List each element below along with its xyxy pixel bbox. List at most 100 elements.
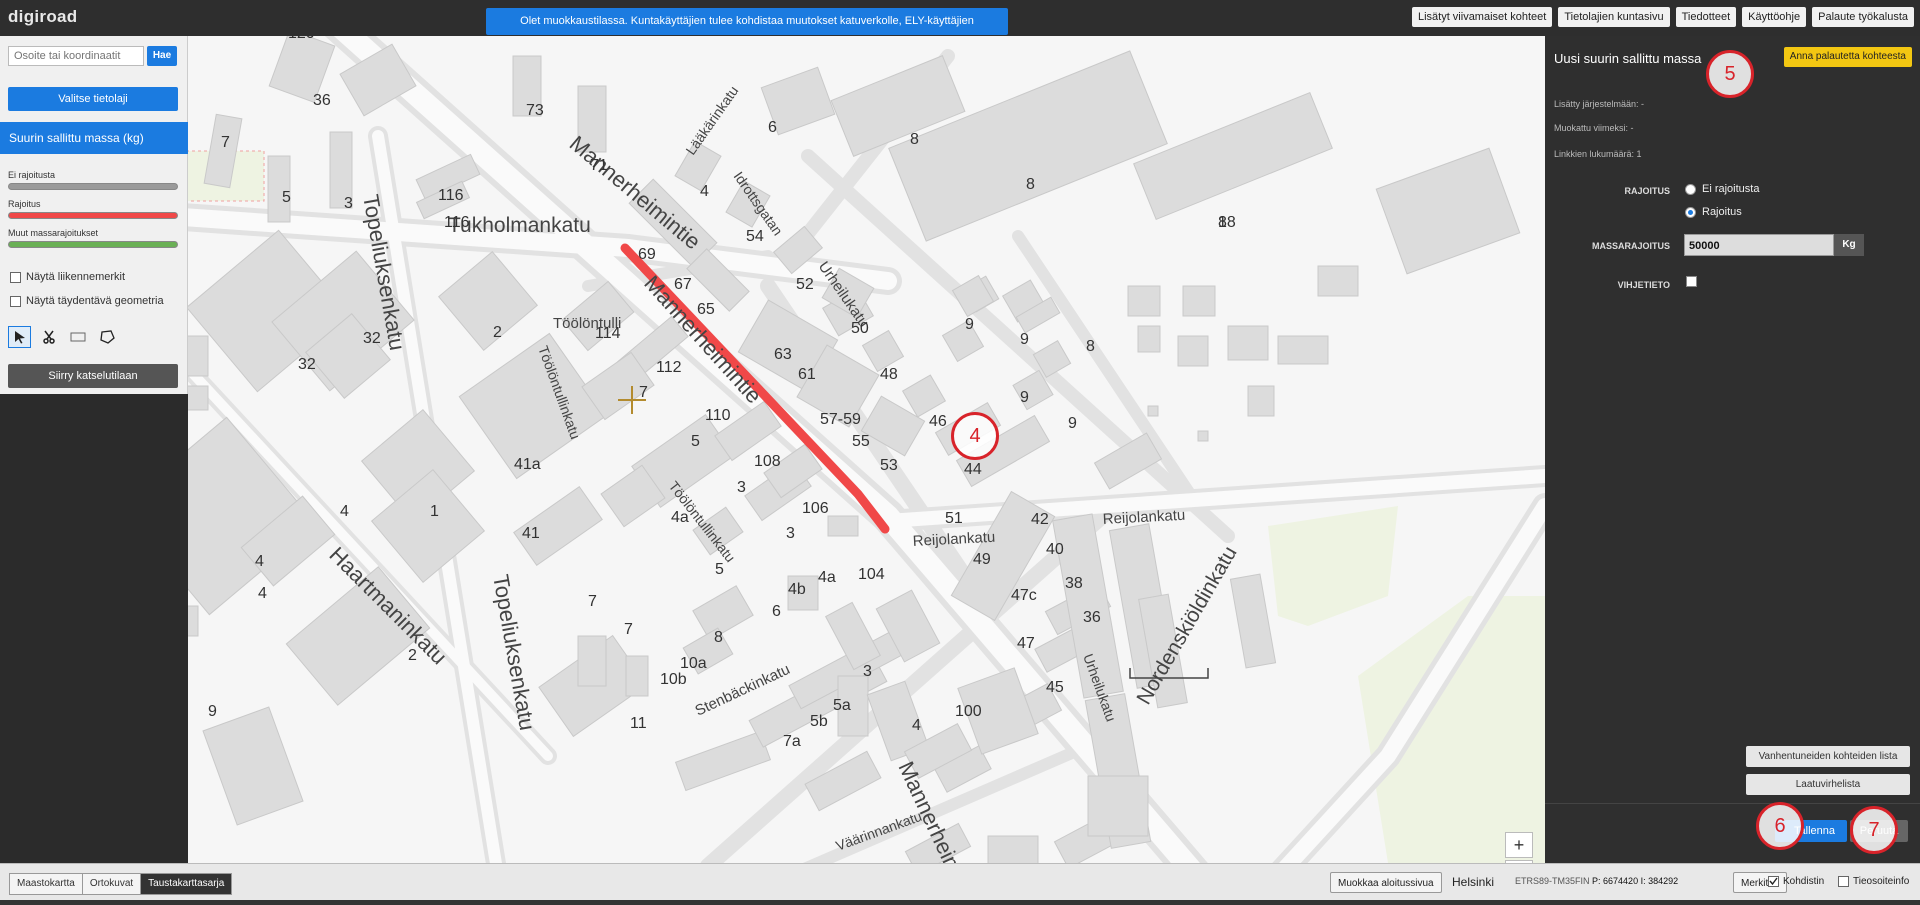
top-link-linear-assets[interactable]: Lisätyt viivamaiset kohteet: [1411, 7, 1553, 27]
edit-home-page-button[interactable]: Muokkaa aloitussivua: [1330, 872, 1442, 893]
house-number: 10b: [660, 671, 687, 688]
house-number: 8: [910, 131, 919, 148]
annotation-marker: 4: [951, 412, 999, 460]
choose-layer-button[interactable]: Valitse tietolaji: [8, 87, 178, 111]
house-number: 38: [1065, 575, 1083, 592]
house-number: 48: [880, 366, 898, 383]
house-number: 104: [858, 566, 885, 583]
view-mode-button[interactable]: Siirry katselutilaan: [8, 364, 178, 388]
radio-no-restriction[interactable]: Ei rajoitusta: [1685, 183, 1759, 195]
house-number: 100: [955, 703, 982, 720]
centering-toggle[interactable]: Kohdistin: [1768, 876, 1824, 887]
house-number: 53: [880, 457, 898, 474]
radio-restriction-label: Rajoitus: [1702, 206, 1742, 218]
cut-tool-icon[interactable]: [37, 326, 60, 348]
map-canvas[interactable]: Mannerheimintie Tukholmankatu Topeliukse…: [188, 36, 1545, 863]
centering-checkbox[interactable]: [1768, 876, 1779, 887]
house-number: 1: [430, 503, 439, 520]
radio-no-restriction-button[interactable]: [1685, 183, 1696, 195]
bottom-bar: Maastokartta Ortokuvat Taustakarttasarja…: [0, 863, 1920, 900]
house-number: 41: [522, 525, 540, 542]
house-number: 8: [1026, 176, 1035, 193]
house-number: 6: [768, 119, 777, 136]
top-link-user-guide[interactable]: Käyttöohje: [1742, 7, 1807, 27]
radio-restriction[interactable]: Rajoitus: [1685, 206, 1742, 218]
house-number: 2: [408, 647, 417, 664]
hint-checkbox[interactable]: [1686, 276, 1697, 287]
show-traffic-signs-checkbox[interactable]: [10, 271, 21, 283]
show-complementary-row[interactable]: Näytä täydentävä geometria: [10, 295, 164, 307]
polygon-tool-icon[interactable]: [95, 326, 118, 348]
house-number: 2: [493, 324, 502, 341]
annotation-marker: 5: [1706, 50, 1754, 98]
house-number: 11: [630, 715, 647, 732]
top-links: Lisätyt viivamaiset kohteet Tietolajien …: [1411, 7, 1914, 27]
edit-tools: [8, 326, 118, 348]
house-number: 42: [1031, 511, 1049, 528]
house-number: 63: [774, 346, 792, 363]
select-tool-icon[interactable]: [8, 326, 31, 348]
annotation-marker: 6: [1756, 802, 1804, 850]
legend-bar-other: [8, 241, 178, 248]
show-complementary-checkbox[interactable]: [10, 295, 21, 307]
quality-errors-button[interactable]: Laatuvirhelista: [1746, 774, 1910, 795]
rectangle-tool-icon[interactable]: [66, 326, 89, 348]
house-number: 40: [1046, 541, 1064, 558]
house-number: 4: [700, 183, 709, 200]
mass-input[interactable]: 50000: [1684, 234, 1834, 256]
zoom-controls: + −: [1505, 832, 1533, 863]
mass-label: MASSARAJOITUS: [1591, 241, 1670, 251]
house-number: 52: [796, 276, 814, 293]
asset-feedback-button[interactable]: Anna palautetta kohteesta: [1783, 47, 1912, 67]
house-number: 9: [965, 316, 974, 333]
house-number: 69: [638, 246, 656, 263]
house-number: 3: [786, 525, 795, 542]
crs-label: ETRS89-TM35FIN: [1515, 876, 1590, 886]
house-number: 7: [624, 621, 633, 638]
bg-tab-terrain[interactable]: Maastokartta: [10, 874, 83, 894]
search-button[interactable]: Hae: [147, 46, 177, 66]
legend-bar-restriction: [8, 212, 178, 219]
house-number: 41a: [514, 456, 541, 473]
left-panel: Hae Valitse tietolaji Suurin sallittu ma…: [0, 36, 188, 394]
annotation-marker: 7: [1850, 806, 1898, 854]
house-number: 45: [1046, 679, 1064, 696]
zoom-in-button[interactable]: +: [1505, 832, 1533, 858]
house-number: 7a: [783, 733, 801, 750]
house-number: 54: [746, 228, 764, 245]
bg-tab-ortho[interactable]: Ortokuvat: [82, 874, 142, 894]
road-info-toggle[interactable]: Tieosoiteinfo: [1838, 876, 1909, 887]
house-number: 3: [863, 663, 872, 680]
map-view[interactable]: Mannerheimintie Tukholmankatu Topeliukse…: [188, 36, 1545, 863]
show-complementary-label: Näytä täydentävä geometria: [26, 295, 164, 307]
edit-mode-notice: Olet muokkaustilassa. Kuntakäyttäjien tu…: [486, 8, 1008, 54]
house-number: 32: [363, 330, 381, 347]
search-input[interactable]: [8, 46, 144, 66]
house-number: 4: [255, 553, 264, 570]
legend-label-other: Muut massarajoitukset: [8, 228, 99, 238]
house-number: 50: [851, 320, 869, 337]
i-coordinate: I: 384292: [1640, 876, 1679, 886]
show-traffic-signs-row[interactable]: Näytä liikennemerkit: [10, 271, 125, 283]
house-number: 7: [639, 384, 648, 401]
house-number: 9: [1020, 389, 1029, 406]
radio-restriction-button[interactable]: [1685, 206, 1696, 218]
expired-list-button[interactable]: Vanhentuneiden kohteiden lista: [1746, 746, 1910, 767]
link-count: Linkkien lukumäärä: 1: [1554, 149, 1642, 159]
road-info-checkbox[interactable]: [1838, 876, 1849, 887]
top-link-municipality-page[interactable]: Tietolajien kuntasivu: [1558, 7, 1670, 27]
house-number: 9: [1020, 331, 1029, 348]
house-number: 116: [444, 214, 470, 231]
top-link-bulletins[interactable]: Tiedotteet: [1675, 7, 1737, 27]
house-number: 114: [595, 325, 621, 342]
house-number: 9: [208, 703, 217, 720]
house-number: 73: [526, 102, 544, 119]
digiroad-logo[interactable]: digiroad: [8, 7, 77, 27]
top-link-tool-feedback[interactable]: Palaute työkalusta: [1812, 7, 1914, 27]
house-number: 49: [973, 551, 991, 568]
house-number: 8: [1086, 338, 1095, 355]
city-name: Helsinki: [1452, 875, 1495, 889]
legend-label-restriction: Rajoitus: [8, 199, 41, 209]
bg-tab-background[interactable]: Taustakarttasarja: [141, 874, 232, 894]
centering-label: Kohdistin: [1783, 876, 1825, 887]
